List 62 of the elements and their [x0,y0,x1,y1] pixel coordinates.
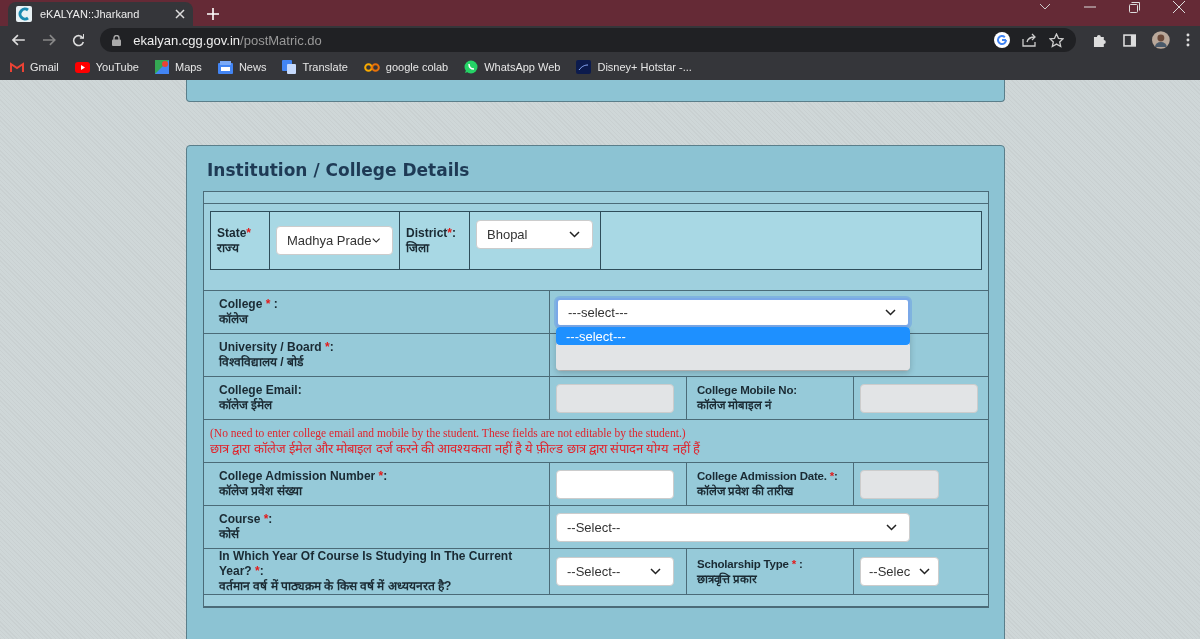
infinity-icon [363,62,380,72]
chevron-down-icon [569,231,580,238]
section-title: Institution / College Details [206,159,471,182]
news-icon [217,60,233,74]
select-field[interactable]: --Selec [860,557,939,586]
lock-icon [112,34,122,46]
field-label: College Email: कॉलेज ईमेल [219,383,302,413]
select-field[interactable]: Madhya Prade [276,226,393,255]
new-tab-icon[interactable] [207,8,219,20]
puzzle-piece-icon[interactable] [1091,32,1107,48]
field-label: Scholarship Type * : छात्रवृत्ति प्रकार [697,556,803,587]
tab-title: eKALYAN::Jharkand [40,8,141,20]
bookmark[interactable]: Disney+ Hotstar -... [576,60,692,74]
field-label: In Which Year Of Course Is Studying In The Current Year? *: वर्तमान वर्ष में पाठ्यक्रम के किस वर्ष में अध्ययनरत है? [219,549,514,594]
chevron-down-icon [886,523,897,531]
select-field[interactable]: ---select--- [556,297,910,327]
field-label: Course *: कोर्स [219,512,273,542]
back-arrow-icon[interactable] [12,34,26,46]
restore-icon[interactable] [1129,1,1140,13]
chevron-down-icon [650,568,661,575]
field-label: District*: जिला [406,225,456,256]
bookmark[interactable]: Maps [154,60,202,74]
bookmark[interactable]: News [217,60,267,74]
chevron-down-icon [919,568,930,575]
field-label: College Admission Number *: कॉलेज प्रवेश संख्या [219,469,388,499]
bookmark[interactable]: Gmail [10,61,59,73]
map-pin-icon [154,60,169,74]
chevron-down-icon [371,237,380,244]
reload-icon[interactable] [71,33,85,47]
side-panel-icon[interactable] [1122,33,1137,47]
star-icon[interactable] [1048,32,1064,48]
close-icon[interactable] [1173,1,1185,13]
avatar[interactable] [1152,31,1171,49]
tv-logo-icon [576,60,592,74]
bookmark[interactable]: WhatsApp Web [464,60,561,74]
bookmark[interactable]: google colab [363,61,449,73]
field-label: College Admission Date. *: कॉलेज प्रवेश की तारीख [697,469,838,499]
browser-tab[interactable]: eKALYAN::Jharkand [8,2,193,26]
select-field[interactable]: --Select-- [556,557,674,586]
site-logo-icon [16,6,32,22]
bookmark[interactable]: YouTube [74,61,139,73]
share-icon[interactable] [1021,33,1037,47]
select-field[interactable]: --Select-- [556,512,910,542]
input-field[interactable] [556,469,674,499]
forward-arrow-icon[interactable] [41,34,56,46]
chat-bubble-icon [464,60,479,74]
menu-icon[interactable] [1186,33,1190,47]
field-label: State* राज्य [217,225,251,256]
chevron-down-icon[interactable] [1039,3,1051,11]
field-label: College Mobile No: कॉलेज मोबाइल नं [697,383,797,413]
mail-icon [10,61,24,73]
select-field[interactable]: Bhopal [476,220,593,249]
bookmark[interactable]: Translate [282,60,348,74]
close-icon[interactable] [175,9,185,19]
field-label: College * : कॉलेज [219,297,278,327]
chevron-down-icon [885,308,896,316]
notice-text: (No need to enter college email and mobile by the student. These fields are not editable by the student.) छात्र द्वारा कॉलेज ईमेल और मोबाइल दर्ज करने की आवश्यकता नहीं है ये फ़ील्ड छात्र द्वारा संपादन योग्य नहीं हैं [210,425,700,457]
google-icon[interactable] [993,32,1010,48]
play-icon [74,61,90,73]
field-label: University / Board *: विश्वविद्यालय / बोर्ड [219,340,334,370]
address-bar[interactable]: ekalyan.cgg.gov.in/postMatric.do [100,28,1076,52]
translate-icon [282,60,297,74]
